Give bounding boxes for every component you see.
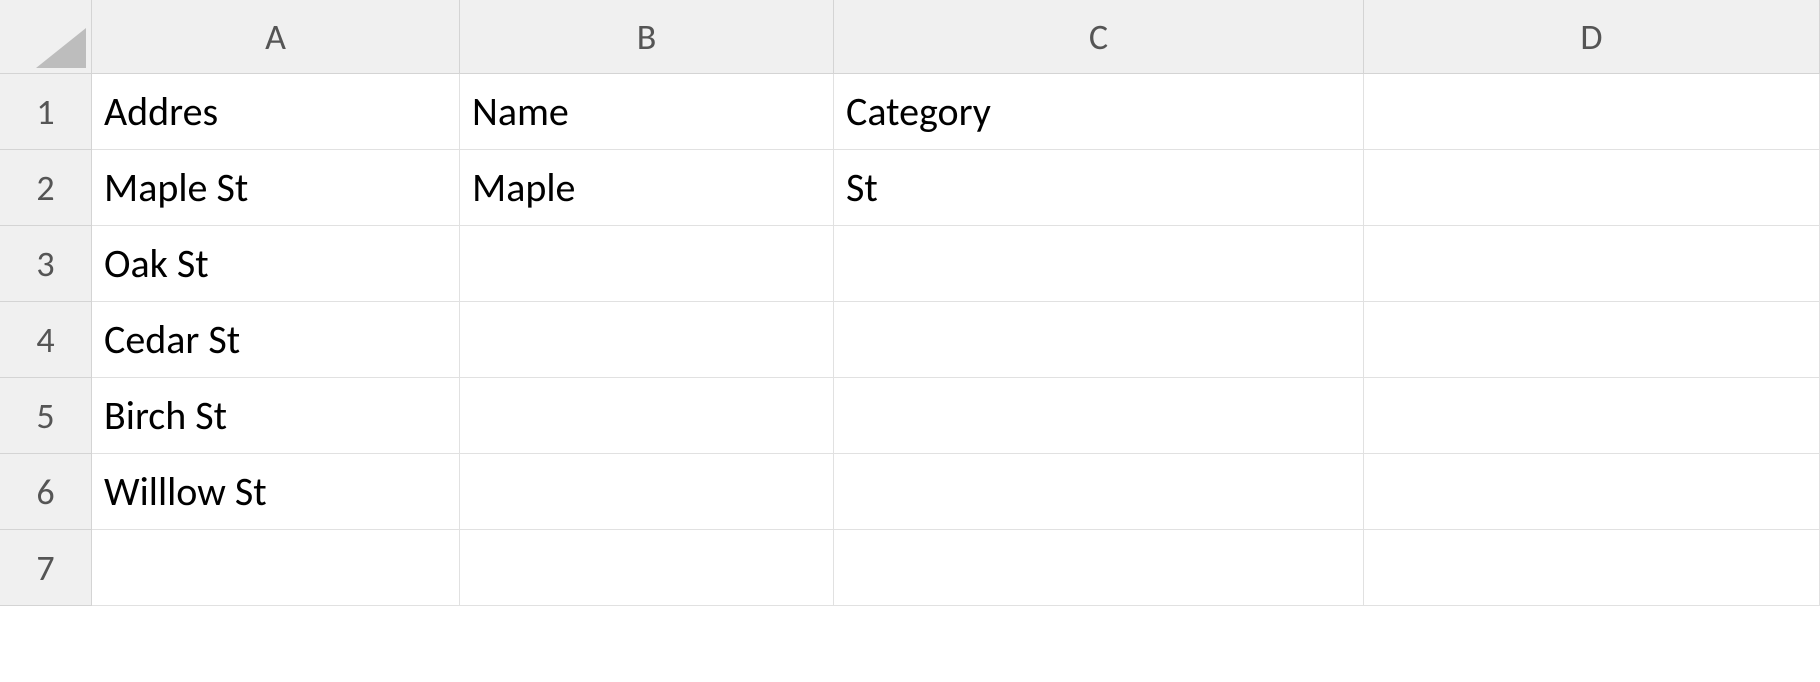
cell-a2[interactable]: Maple St <box>92 150 460 226</box>
cell-d2[interactable] <box>1364 150 1820 226</box>
cell-a1[interactable]: Addres <box>92 74 460 150</box>
row-header-4[interactable]: 4 <box>0 302 92 378</box>
cell-a7[interactable] <box>92 530 460 606</box>
column-header-d[interactable]: D <box>1364 0 1820 74</box>
spreadsheet-grid: A B C D 1 Addres Name Category 2 Maple S… <box>0 0 1820 682</box>
cell-a4[interactable]: Cedar St <box>92 302 460 378</box>
cell-b4[interactable] <box>460 302 834 378</box>
cell-a3[interactable]: Oak St <box>92 226 460 302</box>
row-header-6[interactable]: 6 <box>0 454 92 530</box>
cell-c3[interactable] <box>834 226 1364 302</box>
column-header-b[interactable]: B <box>460 0 834 74</box>
cell-c7[interactable] <box>834 530 1364 606</box>
cell-d6[interactable] <box>1364 454 1820 530</box>
select-all-corner[interactable] <box>0 0 92 74</box>
cell-a5[interactable]: Birch St <box>92 378 460 454</box>
cell-b2[interactable]: Maple <box>460 150 834 226</box>
cell-c2[interactable]: St <box>834 150 1364 226</box>
cell-d3[interactable] <box>1364 226 1820 302</box>
cell-c1[interactable]: Category <box>834 74 1364 150</box>
cell-c6[interactable] <box>834 454 1364 530</box>
column-header-c[interactable]: C <box>834 0 1364 74</box>
row-header-1[interactable]: 1 <box>0 74 92 150</box>
cell-c4[interactable] <box>834 302 1364 378</box>
cell-d4[interactable] <box>1364 302 1820 378</box>
cell-b6[interactable] <box>460 454 834 530</box>
cell-c5[interactable] <box>834 378 1364 454</box>
row-header-2[interactable]: 2 <box>0 150 92 226</box>
cell-d1[interactable] <box>1364 74 1820 150</box>
cell-b3[interactable] <box>460 226 834 302</box>
cell-b1[interactable]: Name <box>460 74 834 150</box>
row-header-3[interactable]: 3 <box>0 226 92 302</box>
cell-d5[interactable] <box>1364 378 1820 454</box>
cell-b7[interactable] <box>460 530 834 606</box>
cell-b5[interactable] <box>460 378 834 454</box>
cell-d7[interactable] <box>1364 530 1820 606</box>
row-header-7[interactable]: 7 <box>0 530 92 606</box>
column-header-a[interactable]: A <box>92 0 460 74</box>
row-header-5[interactable]: 5 <box>0 378 92 454</box>
cell-a6[interactable]: Willlow St <box>92 454 460 530</box>
